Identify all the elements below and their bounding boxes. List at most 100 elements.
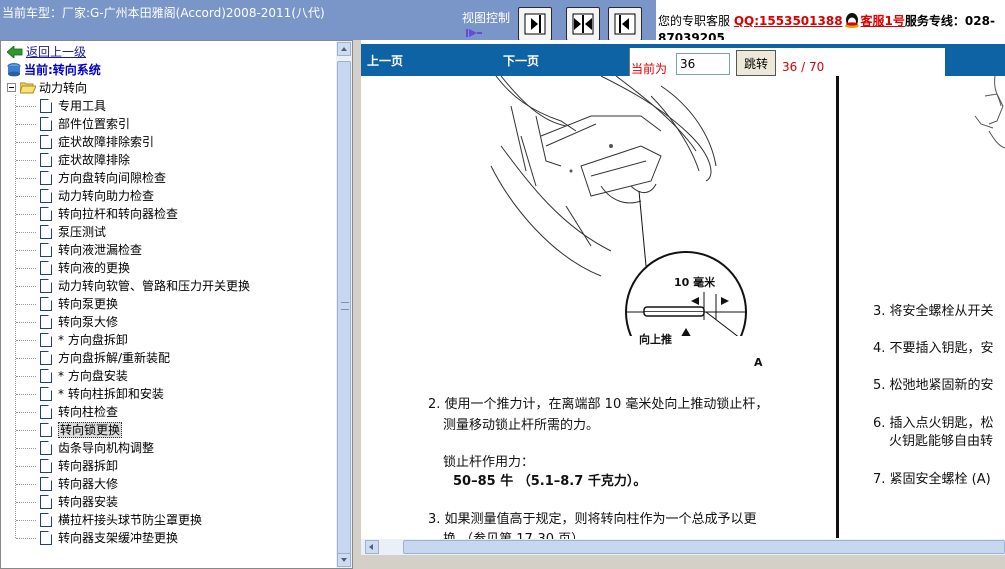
tree-item[interactable]: 动力转向助力检查 — [40, 187, 154, 205]
tree-item[interactable]: 方向盘转向间隙检查 — [40, 169, 166, 187]
tree-item[interactable]: 转向拉杆和转向器检查 — [40, 205, 178, 223]
right-step-4: 4. 不要插入钥匙，安 — [873, 341, 994, 356]
document-icon — [40, 441, 52, 455]
document-icon — [40, 99, 52, 113]
tree-item[interactable]: 转向器支架缓冲垫更换 — [40, 529, 178, 547]
service-info: 您的专职客服 QQ:1553501388 客服1号服务专线：028- 870392… — [656, 0, 1005, 44]
tree-item[interactable]: 转向泵大修 — [40, 313, 118, 331]
tree-item-label: 专用工具 — [58, 99, 107, 113]
tree-connector — [15, 95, 16, 538]
show-both-panels-button[interactable] — [566, 7, 600, 41]
view-control-indicator-icon — [466, 29, 482, 37]
scroll-down-icon[interactable] — [337, 553, 351, 567]
back-arrow-icon — [6, 45, 23, 59]
tree-item[interactable]: 齿条导向机构调整 — [40, 439, 154, 457]
collapse-toggle-icon[interactable] — [7, 83, 16, 92]
document-icon — [40, 531, 52, 545]
tree-item[interactable]: 泵压测试 — [40, 223, 106, 241]
horizontal-scrollbar-thumb[interactable] — [403, 540, 1005, 554]
customer-service-link[interactable]: 客服1号 — [861, 14, 905, 28]
page-divider — [836, 76, 839, 538]
service-line: 您的专职客服 QQ:1553501388 客服1号服务专线：028- — [658, 12, 995, 29]
tree-item[interactable]: 动力转向软管、管路和压力开关更换 — [40, 277, 250, 295]
document-icon — [40, 351, 52, 365]
prev-page-link[interactable]: 上一页 — [367, 52, 403, 69]
tree-item[interactable]: 横拉杆接头球节防尘罩更换 — [40, 511, 202, 529]
scroll-up-icon[interactable] — [337, 42, 351, 56]
tree-item[interactable]: 转向器大修 — [40, 475, 118, 493]
tree-item[interactable]: 转向液泄漏检查 — [40, 241, 142, 259]
service-prefix: 您的专职客服 — [658, 14, 731, 28]
navigation-tree-panel: 返回上一级 当前:转向系统 动力转向 专用工具 部件位置索引 症状故障排除索引 症状故… — [0, 40, 353, 569]
tree-connector — [16, 376, 36, 377]
tree-item[interactable]: 方向盘拆解/重新装配 — [40, 349, 170, 367]
tree-connector — [16, 358, 36, 359]
callout-measure: 10 毫米 — [674, 276, 716, 289]
tree-item-label: 泵压测试 — [58, 225, 107, 239]
document-icon — [40, 495, 52, 509]
arrows-inward-icon — [572, 13, 594, 35]
tree-item[interactable]: 症状故障排除索引 — [40, 133, 154, 151]
tree-item[interactable]: * 方向盘安装 — [40, 367, 128, 385]
tree-connector — [16, 250, 36, 251]
arrow-right-bar-icon — [524, 13, 546, 35]
show-left-panel-button[interactable] — [518, 7, 552, 41]
jump-button[interactable]: 跳转 — [736, 50, 776, 76]
tree-item[interactable]: 转向器安装 — [40, 493, 118, 511]
tree-connector — [16, 502, 36, 503]
database-icon — [7, 63, 21, 77]
tree-item[interactable]: 转向液的更换 — [40, 259, 130, 277]
document-icon — [40, 261, 52, 275]
tree-item-label: 方向盘转向间隙检查 — [58, 171, 167, 185]
callout-push: 向上推 — [639, 333, 672, 346]
document-horizontal-scrollbar[interactable] — [361, 539, 1005, 555]
tree-item[interactable]: 转向泵更换 — [40, 295, 118, 313]
tree-item-label: 转向泵大修 — [58, 315, 119, 329]
tree-item-label: 横拉杆接头球节防尘罩更换 — [58, 513, 203, 527]
document-icon — [40, 243, 52, 257]
panel-splitter[interactable] — [353, 40, 361, 569]
back-link[interactable]: 返回上一级 — [6, 43, 86, 61]
tree-item-label: 转向器大修 — [58, 477, 119, 491]
tree-vertical-scrollbar[interactable] — [336, 41, 352, 568]
tree-item[interactable]: 转向器拆卸 — [40, 457, 118, 475]
document-panel: 上一页 下一页 当前为 跳转 36 / 70 — [361, 40, 1005, 569]
qq-link[interactable]: QQ:1553501388 — [734, 14, 843, 28]
tree-connector — [16, 268, 36, 269]
page-counter: 36 / 70 — [782, 60, 825, 74]
tree-node-power-steering[interactable]: 动力转向 — [7, 79, 87, 97]
document-icon — [40, 513, 52, 527]
document-icon — [40, 405, 52, 419]
page-number-input[interactable] — [676, 53, 730, 75]
show-right-panel-button[interactable] — [608, 7, 642, 41]
tree-item[interactable]: 部件位置索引 — [40, 115, 130, 133]
service-phone-label: 服务专线：028- — [904, 14, 995, 28]
right-step-7: 7. 紧固安全螺栓 (A) — [873, 472, 991, 487]
tree-connector — [16, 178, 36, 179]
callout-label-a: A — [754, 356, 763, 369]
document-icon — [40, 387, 52, 401]
tree-connector — [16, 304, 36, 305]
scrollbar-thumb[interactable] — [337, 61, 351, 554]
tree-item[interactable]: * 转向柱拆卸和安装 — [40, 385, 164, 403]
tree-connector — [16, 232, 36, 233]
tree-item[interactable]: * 方向盘拆卸 — [40, 331, 128, 349]
qq-penguin-icon[interactable] — [843, 12, 861, 28]
tree-item-label: 转向器安装 — [58, 495, 119, 509]
window-title: 当前车型：厂家:G-广州本田雅阁(Accord)2008-2011(八代) — [2, 6, 325, 20]
tree-item[interactable]: 专用工具 — [40, 97, 106, 115]
view-control-label: 视图控制 — [462, 11, 511, 25]
next-page-link[interactable]: 下一页 — [503, 52, 539, 69]
tree-connector — [16, 466, 36, 467]
tree-connector — [16, 196, 36, 197]
page-nav-bar: 上一页 下一页 当前为 跳转 36 / 70 — [361, 44, 1005, 80]
tree-item[interactable]: 转向锁更换 — [40, 421, 123, 439]
step-3-line-1: 3. 如果测量值高于规定，则将转向柱作为一个总成予以更 — [428, 512, 757, 527]
tree-node-label: 动力转向 — [39, 81, 88, 95]
scroll-left-icon[interactable] — [365, 540, 379, 554]
tree-item[interactable]: 转向柱检查 — [40, 403, 118, 421]
step-2-line-2: 测量移动锁止杆所需的力。 — [443, 418, 600, 433]
tree-item[interactable]: 症状故障排除 — [40, 151, 130, 169]
navigation-tree: 返回上一级 当前:转向系统 动力转向 专用工具 部件位置索引 症状故障排除索引 症状故… — [1, 41, 336, 568]
right-step-3: 3. 将安全螺栓从开关 — [873, 304, 994, 319]
